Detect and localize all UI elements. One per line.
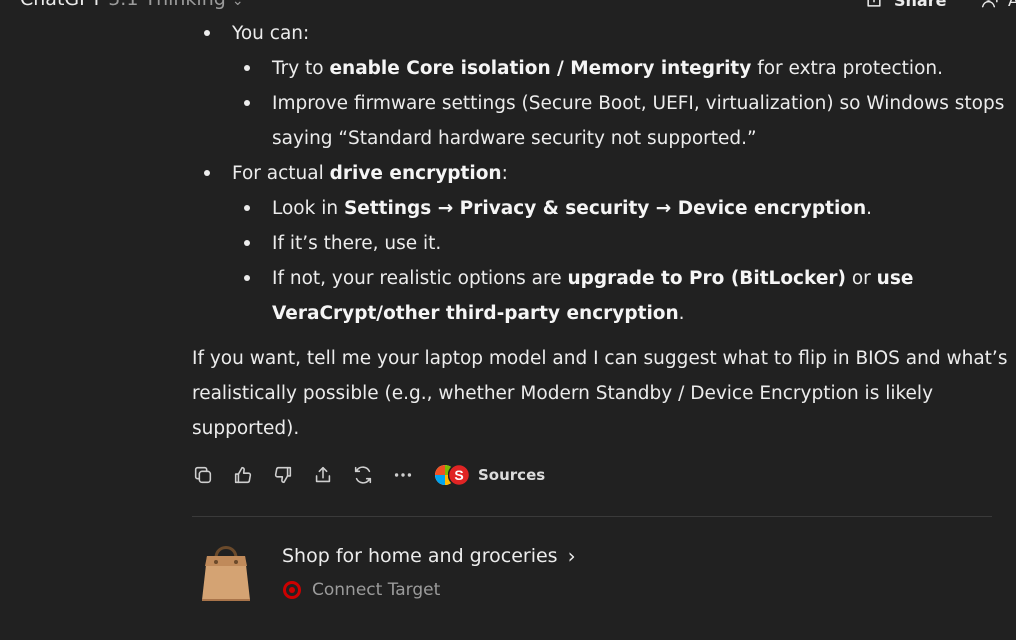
add-people-button[interactable]: A <box>980 0 1016 10</box>
add-label: A <box>1008 0 1016 10</box>
thumbs-down-button[interactable] <box>272 460 312 490</box>
svg-text:S: S <box>454 467 463 483</box>
more-options-button[interactable] <box>392 460 432 490</box>
copy-icon <box>194 466 212 484</box>
share-button[interactable]: Share <box>864 0 946 10</box>
connect-target-link[interactable]: Connect Target <box>282 580 440 600</box>
list-item: Try to enable Core isolation / Memory in… <box>272 58 943 79</box>
bullet <box>204 30 210 36</box>
target-logo-icon <box>283 581 301 599</box>
source-favicons: S <box>434 464 470 486</box>
paragraph-line: realistically possible (e.g., whether Mo… <box>192 383 934 404</box>
sources-button[interactable]: S Sources <box>434 464 545 486</box>
sources-label: Sources <box>478 466 546 484</box>
divider <box>192 516 992 517</box>
list-item-continued: VeraCrypt/other third-party encryption. <box>272 303 685 324</box>
model-selector[interactable]: ChatGPT 5.1 Thinking ⌄ <box>20 0 244 10</box>
share-icon <box>867 0 881 7</box>
share-response-button[interactable] <box>312 460 352 490</box>
chevron-right-icon: › <box>567 544 576 568</box>
list-item: For actual drive encryption: <box>232 163 508 184</box>
thumbs-up-icon <box>234 466 252 484</box>
paragraph-line: If you want, tell me your laptop model a… <box>192 348 1008 369</box>
list-item: Look in Settings → Privacy & security → … <box>272 198 873 219</box>
list-item-continued: saying “Standard hardware security not s… <box>272 128 757 149</box>
list-item: Improve firmware settings (Secure Boot, … <box>272 93 1005 114</box>
bullet <box>204 170 210 176</box>
bullet <box>244 100 250 106</box>
model-name: ChatGPT <box>20 0 102 10</box>
upload-icon <box>315 466 331 483</box>
source-s-logo-icon: S <box>448 464 470 486</box>
list-item: You can: <box>232 23 310 44</box>
model-version: 5.1 Thinking <box>108 0 226 10</box>
paragraph-line: supported). <box>192 418 300 439</box>
chevron-down-icon: ⌄ <box>231 0 244 9</box>
thumbs-down-icon <box>274 466 292 484</box>
refresh-icon <box>354 466 372 484</box>
top-header: ChatGPT 5.1 Thinking ⌄ Share A <box>0 0 1016 32</box>
shop-title[interactable]: Shop for home and groceries › <box>282 544 576 568</box>
list-item: If it’s there, use it. <box>272 233 442 254</box>
bullet <box>244 65 250 71</box>
list-item: If not, your realistic options are upgra… <box>272 268 914 289</box>
regenerate-button[interactable] <box>352 460 392 490</box>
bullet <box>244 275 250 281</box>
share-label: Share <box>894 0 947 10</box>
copy-button[interactable] <box>192 460 232 490</box>
add-user-icon <box>981 0 998 8</box>
bullet <box>244 205 250 211</box>
bullet <box>244 240 250 246</box>
more-horizontal-icon <box>394 473 412 477</box>
message-actions: S Sources <box>192 460 545 490</box>
shopping-bag-icon <box>202 546 250 601</box>
thumbs-up-button[interactable] <box>232 460 272 490</box>
